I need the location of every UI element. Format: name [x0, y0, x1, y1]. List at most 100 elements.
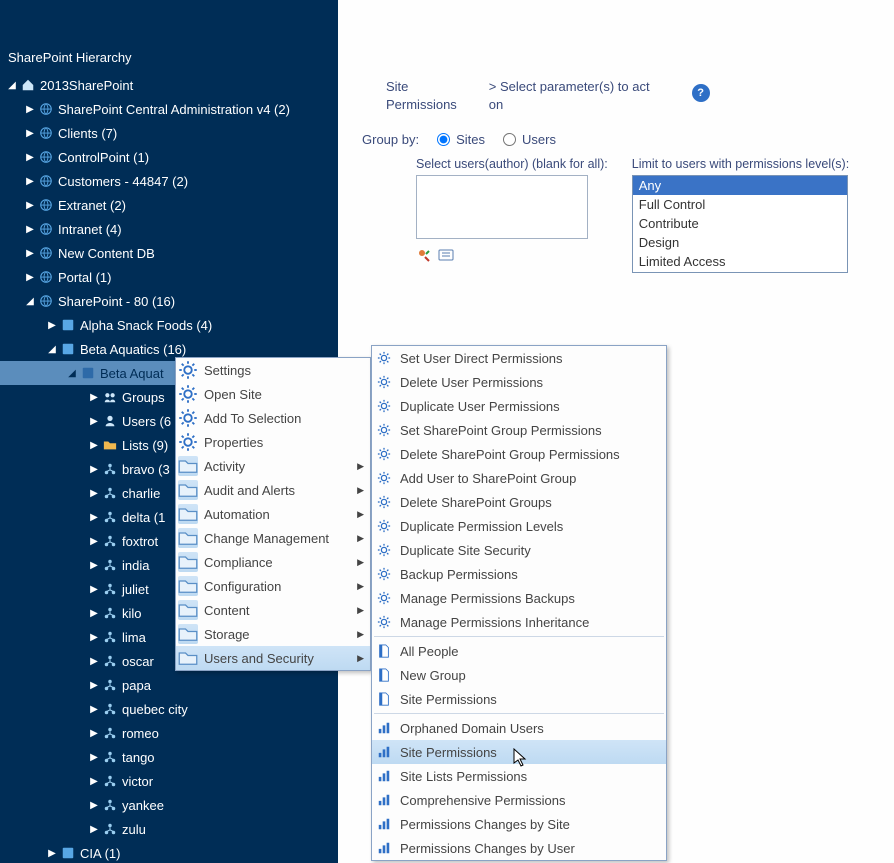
expand-icon[interactable]: ▶: [88, 776, 100, 787]
expand-icon[interactable]: ▶: [24, 176, 36, 187]
tree-item[interactable]: ▶yankee: [0, 793, 338, 817]
tree-item[interactable]: ▶Portal (1): [0, 265, 338, 289]
submenu-item[interactable]: Site Permissions: [372, 687, 666, 711]
submenu-item[interactable]: Comprehensive Permissions: [372, 788, 666, 812]
submenu-item[interactable]: Manage Permissions Inheritance: [372, 610, 666, 634]
menu-item-folder[interactable]: Change Management▶: [176, 526, 370, 550]
permission-levels-list[interactable]: AnyFull ControlContributeDesignLimited A…: [632, 175, 848, 273]
radio-sites-input[interactable]: [437, 133, 450, 146]
expand-icon[interactable]: ▶: [24, 104, 36, 115]
expand-icon[interactable]: ▶: [88, 680, 100, 691]
collapse-icon[interactable]: ◢: [6, 80, 18, 91]
menu-item[interactable]: Properties: [176, 430, 370, 454]
tree-item[interactable]: ▶Intranet (4): [0, 217, 338, 241]
menu-item-folder[interactable]: Storage▶: [176, 622, 370, 646]
submenu-item[interactable]: All People: [372, 639, 666, 663]
expand-icon[interactable]: ▶: [88, 632, 100, 643]
submenu-item[interactable]: Manage Permissions Backups: [372, 586, 666, 610]
menu-item-folder[interactable]: Activity▶: [176, 454, 370, 478]
perm-level-option[interactable]: Contribute: [633, 214, 847, 233]
tree-item[interactable]: ▶Customers - 44847 (2): [0, 169, 338, 193]
expand-icon[interactable]: ▶: [88, 800, 100, 811]
menu-item-folder[interactable]: Audit and Alerts▶: [176, 478, 370, 502]
menu-item[interactable]: Add To Selection: [176, 406, 370, 430]
menu-item[interactable]: Settings: [176, 358, 370, 382]
radio-users[interactable]: Users: [503, 132, 556, 147]
menu-item-folder[interactable]: Users and Security▶: [176, 646, 370, 670]
collapse-icon[interactable]: ◢: [66, 368, 78, 379]
expand-icon[interactable]: ▶: [88, 560, 100, 571]
submenu-item[interactable]: Set User Direct Permissions: [372, 346, 666, 370]
expand-icon[interactable]: ▶: [88, 608, 100, 619]
tree-item[interactable]: ▶ControlPoint (1): [0, 145, 338, 169]
submenu-item[interactable]: Delete SharePoint Groups: [372, 490, 666, 514]
expand-icon[interactable]: ▶: [24, 200, 36, 211]
tree-item-cia[interactable]: ▶ CIA (1): [0, 841, 338, 863]
submenu-item[interactable]: Backup Permissions: [372, 562, 666, 586]
tree-item[interactable]: ▶SharePoint Central Administration v4 (2…: [0, 97, 338, 121]
tree-item[interactable]: ▶zulu: [0, 817, 338, 841]
expand-icon[interactable]: ▶: [88, 464, 100, 475]
menu-item-folder[interactable]: Configuration▶: [176, 574, 370, 598]
collapse-icon[interactable]: ◢: [46, 344, 58, 355]
perm-level-option[interactable]: Any: [633, 176, 847, 195]
expand-icon[interactable]: ▶: [88, 656, 100, 667]
expand-icon[interactable]: ▶: [88, 488, 100, 499]
browse-icon[interactable]: [438, 247, 454, 266]
submenu-item[interactable]: Permissions Changes by Site: [372, 812, 666, 836]
expand-icon[interactable]: ▶: [24, 248, 36, 259]
submenu-item[interactable]: Delete User Permissions: [372, 370, 666, 394]
submenu-item[interactable]: New Group: [372, 663, 666, 687]
breadcrumb-segment[interactable]: Site: [386, 78, 457, 96]
tree-item[interactable]: ▶New Content DB: [0, 241, 338, 265]
check-names-icon[interactable]: [416, 247, 432, 266]
radio-users-input[interactable]: [503, 133, 516, 146]
tree-item[interactable]: ▶Clients (7): [0, 121, 338, 145]
perm-level-option[interactable]: Design: [633, 233, 847, 252]
expand-icon[interactable]: ▶: [24, 128, 36, 139]
breadcrumb-segment[interactable]: Permissions: [386, 96, 457, 114]
expand-icon[interactable]: ▶: [88, 824, 100, 835]
expand-icon[interactable]: ▶: [24, 152, 36, 163]
tree-item[interactable]: ▶quebec city: [0, 697, 338, 721]
expand-icon[interactable]: ▶: [24, 272, 36, 283]
menu-item-folder[interactable]: Content▶: [176, 598, 370, 622]
tree-root[interactable]: ◢ 2013SharePoint: [0, 73, 338, 97]
perm-level-option[interactable]: Limited Access: [633, 252, 847, 271]
submenu-item[interactable]: Delete SharePoint Group Permissions: [372, 442, 666, 466]
expand-icon[interactable]: ▶: [88, 704, 100, 715]
menu-item-folder[interactable]: Compliance▶: [176, 550, 370, 574]
authors-input[interactable]: [416, 175, 588, 239]
submenu-item[interactable]: Add User to SharePoint Group: [372, 466, 666, 490]
expand-icon[interactable]: ▶: [88, 536, 100, 547]
tree-item[interactable]: ▶Extranet (2): [0, 193, 338, 217]
tree-item[interactable]: ▶tango: [0, 745, 338, 769]
menu-item-folder[interactable]: Automation▶: [176, 502, 370, 526]
submenu-item[interactable]: Permissions Changes by User: [372, 836, 666, 860]
submenu-item[interactable]: Duplicate Permission Levels: [372, 514, 666, 538]
expand-icon[interactable]: ▶: [88, 728, 100, 739]
expand-icon[interactable]: ▶: [88, 392, 100, 403]
expand-icon[interactable]: ▶: [88, 416, 100, 427]
expand-icon[interactable]: ▶: [88, 512, 100, 523]
expand-icon[interactable]: ▶: [46, 848, 58, 859]
perm-level-option[interactable]: Full Control: [633, 195, 847, 214]
tree-item-alpha[interactable]: ▶ Alpha Snack Foods (4): [0, 313, 338, 337]
radio-sites[interactable]: Sites: [437, 132, 485, 147]
submenu-item[interactable]: Set SharePoint Group Permissions: [372, 418, 666, 442]
expand-icon[interactable]: ▶: [24, 224, 36, 235]
expand-icon[interactable]: ▶: [88, 440, 100, 451]
collapse-icon[interactable]: ◢: [24, 296, 36, 307]
submenu-item[interactable]: Orphaned Domain Users: [372, 716, 666, 740]
tree-item[interactable]: ▶papa: [0, 673, 338, 697]
expand-icon[interactable]: ▶: [88, 752, 100, 763]
tree-item[interactable]: ▶romeo: [0, 721, 338, 745]
submenu-item[interactable]: Duplicate User Permissions: [372, 394, 666, 418]
menu-item[interactable]: Open Site: [176, 382, 370, 406]
expand-icon[interactable]: ▶: [46, 320, 58, 331]
expand-icon[interactable]: ▶: [88, 584, 100, 595]
tree-item[interactable]: ◢SharePoint - 80 (16): [0, 289, 338, 313]
submenu-item[interactable]: Duplicate Site Security: [372, 538, 666, 562]
help-icon[interactable]: ?: [692, 84, 710, 102]
tree-item[interactable]: ▶victor: [0, 769, 338, 793]
